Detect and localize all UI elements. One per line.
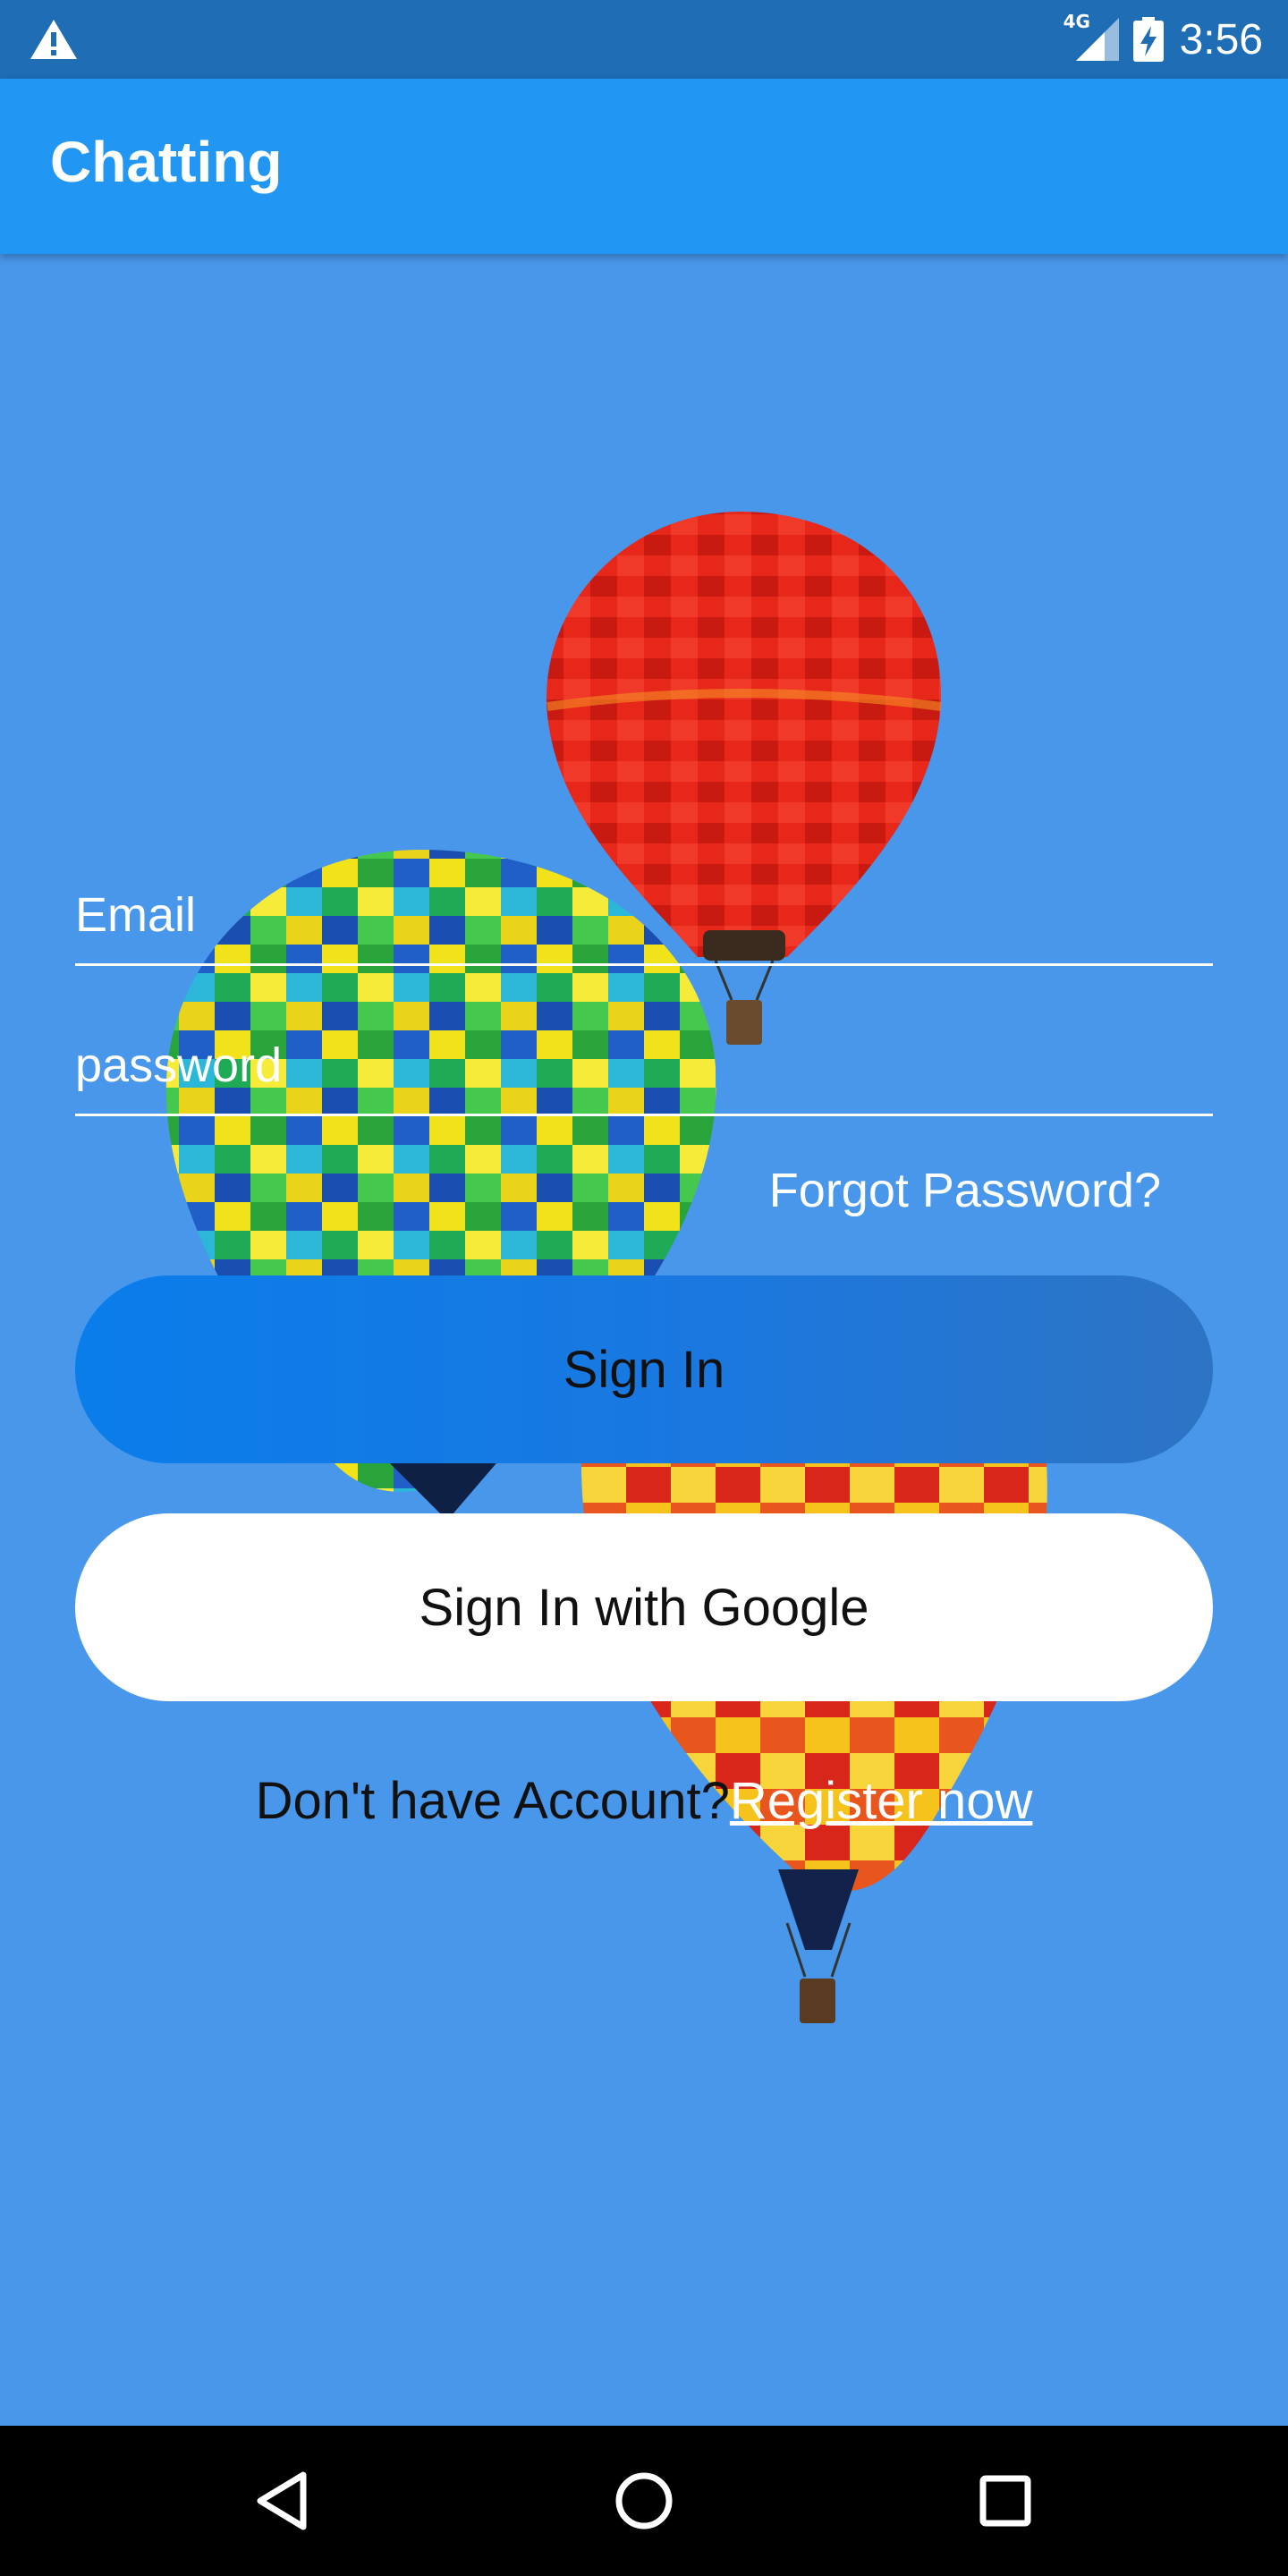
recents-icon [979, 2475, 1031, 2527]
page-title: Chatting [50, 130, 283, 194]
register-prompt: Don't have Account? [255, 1772, 730, 1830]
sign-in-button[interactable]: Sign In [75, 1275, 1213, 1463]
home-icon [615, 2472, 673, 2529]
password-input[interactable] [75, 1030, 1213, 1101]
password-field [75, 1009, 1213, 1116]
register-link[interactable]: Register now [730, 1772, 1032, 1830]
back-button[interactable] [238, 2456, 327, 2546]
email-input[interactable] [75, 879, 1213, 951]
email-field [75, 859, 1213, 966]
navigation-bar [0, 2426, 1288, 2576]
google-sign-in-button[interactable]: Sign In with Google [75, 1513, 1213, 1701]
login-screen: 4G 3:56 Chatting Forgot Password? Sign I… [0, 0, 1288, 2576]
forgot-password-link[interactable]: Forgot Password? [769, 1163, 1161, 1218]
back-icon [257, 2471, 307, 2530]
register-row: Don't have Account?Register now [0, 1771, 1288, 1831]
home-button[interactable] [599, 2456, 689, 2546]
recents-button[interactable] [961, 2456, 1050, 2546]
app-bar: Chatting [0, 79, 1288, 254]
